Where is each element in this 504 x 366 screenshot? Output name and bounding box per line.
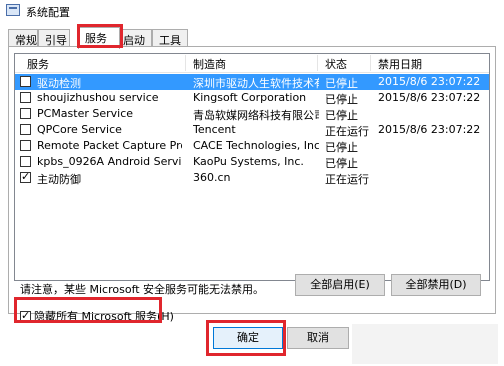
service-name: 主动防御 — [37, 173, 81, 186]
system-config-app-icon — [6, 4, 20, 16]
column-header-status[interactable]: 状态 — [325, 56, 347, 72]
column-divider[interactable] — [185, 55, 186, 71]
service-name: QPCore Service — [37, 123, 122, 136]
service-status: 已停止 — [325, 77, 358, 90]
ok-button[interactable]: 确定 — [213, 327, 283, 349]
service-manufacturer: Tencent — [193, 123, 236, 136]
service-manufacturer: CACE Technologies, Inc. — [193, 139, 319, 152]
cancel-button[interactable]: 取消 — [287, 327, 349, 349]
table-row[interactable]: kpbs_0926A Android Service KaoPu Systems… — [15, 154, 489, 170]
service-checkbox[interactable] — [20, 92, 31, 103]
title-bar: 系统配置 — [0, 0, 504, 22]
service-manufacturer: Kingsoft Corporation — [193, 91, 307, 104]
table-row[interactable]: 主动防御 360.cn 正在运行 — [15, 170, 489, 186]
table-row[interactable]: PCMaster Service 青岛软媒网络科技有限公司 已停止 — [15, 106, 489, 122]
column-header-disabled-date[interactable]: 禁用日期 — [378, 56, 422, 72]
service-status: 已停止 — [325, 141, 358, 154]
service-name: 驱动检测 — [37, 77, 81, 90]
service-checkbox[interactable] — [20, 108, 31, 119]
table-row[interactable]: 驱动检测 深圳市驱动人生软件技术有限... 已停止 2015/8/6 23:07… — [15, 74, 489, 90]
column-header-service[interactable]: 服务 — [27, 56, 49, 72]
service-manufacturer: KaoPu Systems, Inc. — [193, 155, 304, 168]
tab-boot[interactable]: 引导 — [38, 29, 70, 47]
service-name: kpbs_0926A Android Service — [37, 155, 182, 168]
column-header-manufacturer[interactable]: 制造商 — [193, 56, 226, 72]
service-disabled-date: 2015/8/6 23:07:22 — [378, 75, 481, 88]
disable-all-button[interactable]: 全部禁用(D) — [391, 274, 481, 296]
column-divider[interactable] — [317, 55, 318, 71]
service-disabled-date: 2015/8/6 23:07:22 — [378, 91, 481, 104]
service-status: 已停止 — [325, 157, 358, 170]
tab-tools[interactable]: 工具 — [152, 29, 188, 47]
security-note: 请注意，某些 Microsoft 安全服务可能无法禁用。 — [20, 283, 265, 296]
service-name: Remote Packet Capture Protocol... — [37, 139, 182, 152]
window-title: 系统配置 — [26, 6, 70, 19]
service-checkbox[interactable] — [20, 170, 31, 183]
hide-microsoft-services-checkbox[interactable] — [20, 309, 31, 322]
service-disabled-date: 2015/8/6 23:07:22 — [378, 123, 481, 136]
service-name: shoujizhushou service — [37, 91, 159, 104]
service-status: 已停止 — [325, 93, 358, 106]
tab-services[interactable]: 服务 — [78, 27, 120, 49]
blurred-region — [352, 324, 498, 364]
table-row[interactable]: Remote Packet Capture Protocol... CACE T… — [15, 138, 489, 154]
service-manufacturer: 深圳市驱动人生软件技术有限... — [193, 77, 319, 90]
list-header: 服务 制造商 状态 禁用日期 — [15, 54, 489, 73]
service-checkbox[interactable] — [20, 124, 31, 135]
column-divider[interactable] — [370, 55, 371, 71]
tab-startup[interactable]: 启动 — [116, 29, 152, 47]
services-list[interactable]: 服务 制造商 状态 禁用日期 驱动检测 深圳市驱动人生软件技术有限... 已停止… — [14, 53, 490, 281]
hide-microsoft-services-label: 隐藏所有 Microsoft 服务(H) — [34, 310, 174, 323]
service-status: 正在运行 — [325, 173, 369, 186]
hide-microsoft-services-option[interactable]: 隐藏所有 Microsoft 服务(H) — [20, 308, 174, 324]
service-name: PCMaster Service — [37, 107, 134, 120]
table-row[interactable]: QPCore Service Tencent 正在运行 2015/8/6 23:… — [15, 122, 489, 138]
enable-all-button[interactable]: 全部启用(E) — [295, 274, 385, 296]
service-checkbox[interactable] — [20, 140, 31, 151]
service-status: 正在运行 — [325, 125, 369, 138]
service-status: 已停止 — [325, 109, 358, 122]
system-config-dialog: 常规 引导 服务 启动 工具 服务 制造商 状态 禁用日期 驱动检测 深圳市驱动… — [0, 22, 504, 366]
service-manufacturer: 青岛软媒网络科技有限公司 — [193, 109, 319, 122]
tab-general[interactable]: 常规 — [8, 29, 38, 47]
service-checkbox[interactable] — [20, 76, 31, 87]
tab-services-label: 服务 — [85, 32, 107, 45]
table-row[interactable]: shoujizhushou service Kingsoft Corporati… — [15, 90, 489, 106]
service-manufacturer: 360.cn — [193, 171, 231, 184]
service-checkbox[interactable] — [20, 156, 31, 167]
